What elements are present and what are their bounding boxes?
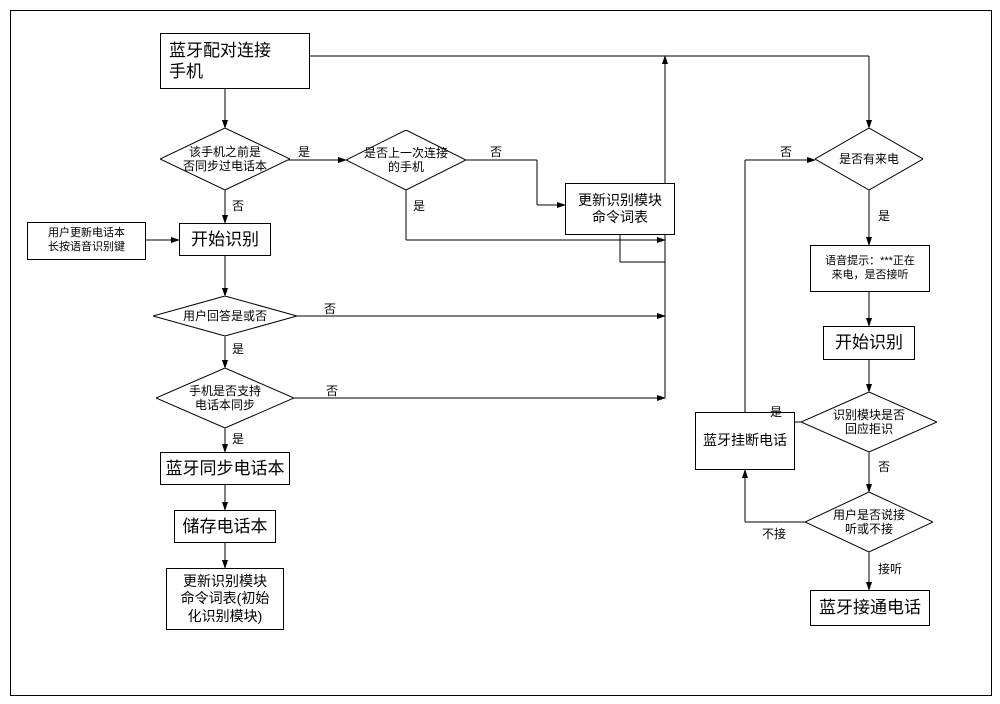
label-yes: 是 (770, 403, 782, 420)
decision-incoming-call: 是否有来电 (815, 128, 923, 190)
node-voice-prompt: 语音提示：***正在 来电，是否接听 (810, 245, 930, 292)
label-no: 否 (326, 382, 338, 399)
node-user-longpress: 用户更新电话本 长按语音识别键 (27, 222, 146, 260)
decision-reject-text: 识别模块是否 回应拒识 (819, 408, 919, 437)
label-accept: 接听 (878, 560, 902, 577)
node-update-cmdlist: 更新识别模块 命令词表 (565, 183, 675, 235)
label-no: 否 (232, 197, 244, 214)
decision-support-text: 手机是否支持 电话本同步 (175, 384, 275, 413)
label-yes: 是 (878, 207, 890, 224)
decision-user-answer: 用户回答是或否 (153, 296, 297, 336)
node-start: 蓝牙配对连接 手机 (160, 33, 310, 89)
node-init-cmdlist: 更新识别模块 命令词表(初始 化识别模块) (166, 568, 284, 630)
node-hangup: 蓝牙挂断电话 (695, 412, 795, 470)
label-yes: 是 (413, 197, 425, 214)
decision-accept-text: 用户是否说接 听或不接 (819, 508, 919, 537)
decision-user-answer-text: 用户回答是或否 (169, 309, 281, 323)
label-no: 否 (780, 143, 792, 160)
label-yes: 是 (232, 340, 244, 357)
node-sync-phonebook: 蓝牙同步电话本 (160, 452, 290, 485)
decision-synced-text: 该手机之前是 否同步过电话本 (169, 145, 281, 174)
label-no: 否 (878, 458, 890, 475)
label-reject: 不接 (762, 525, 786, 542)
decision-phone-supports-sync: 手机是否支持 电话本同步 (156, 368, 294, 428)
node-start-recognition-left: 开始识别 (179, 223, 271, 256)
decision-user-says-accept: 用户是否说接 听或不接 (805, 492, 933, 552)
decision-last-text: 是否上一次连接 的手机 (350, 146, 462, 175)
decision-recognition-reject: 识别模块是否 回应拒识 (801, 392, 937, 452)
node-store-phonebook: 储存电话本 (174, 510, 276, 543)
flowchart-canvas: 蓝牙配对连接 手机 该手机之前是 否同步过电话本 是否上一次连接 的手机 更新识… (0, 0, 1000, 704)
decision-synced-before: 该手机之前是 否同步过电话本 (160, 128, 290, 190)
label-yes: 是 (298, 143, 310, 160)
label-yes: 是 (232, 430, 244, 447)
decision-last-phone: 是否上一次连接 的手机 (346, 130, 466, 190)
label-no: 否 (490, 143, 502, 160)
node-answer-call: 蓝牙接通电话 (810, 590, 930, 626)
node-start-recognition-right: 开始识别 (823, 326, 915, 360)
decision-incoming-text: 是否有来电 (825, 152, 913, 166)
label-no: 否 (324, 300, 336, 317)
